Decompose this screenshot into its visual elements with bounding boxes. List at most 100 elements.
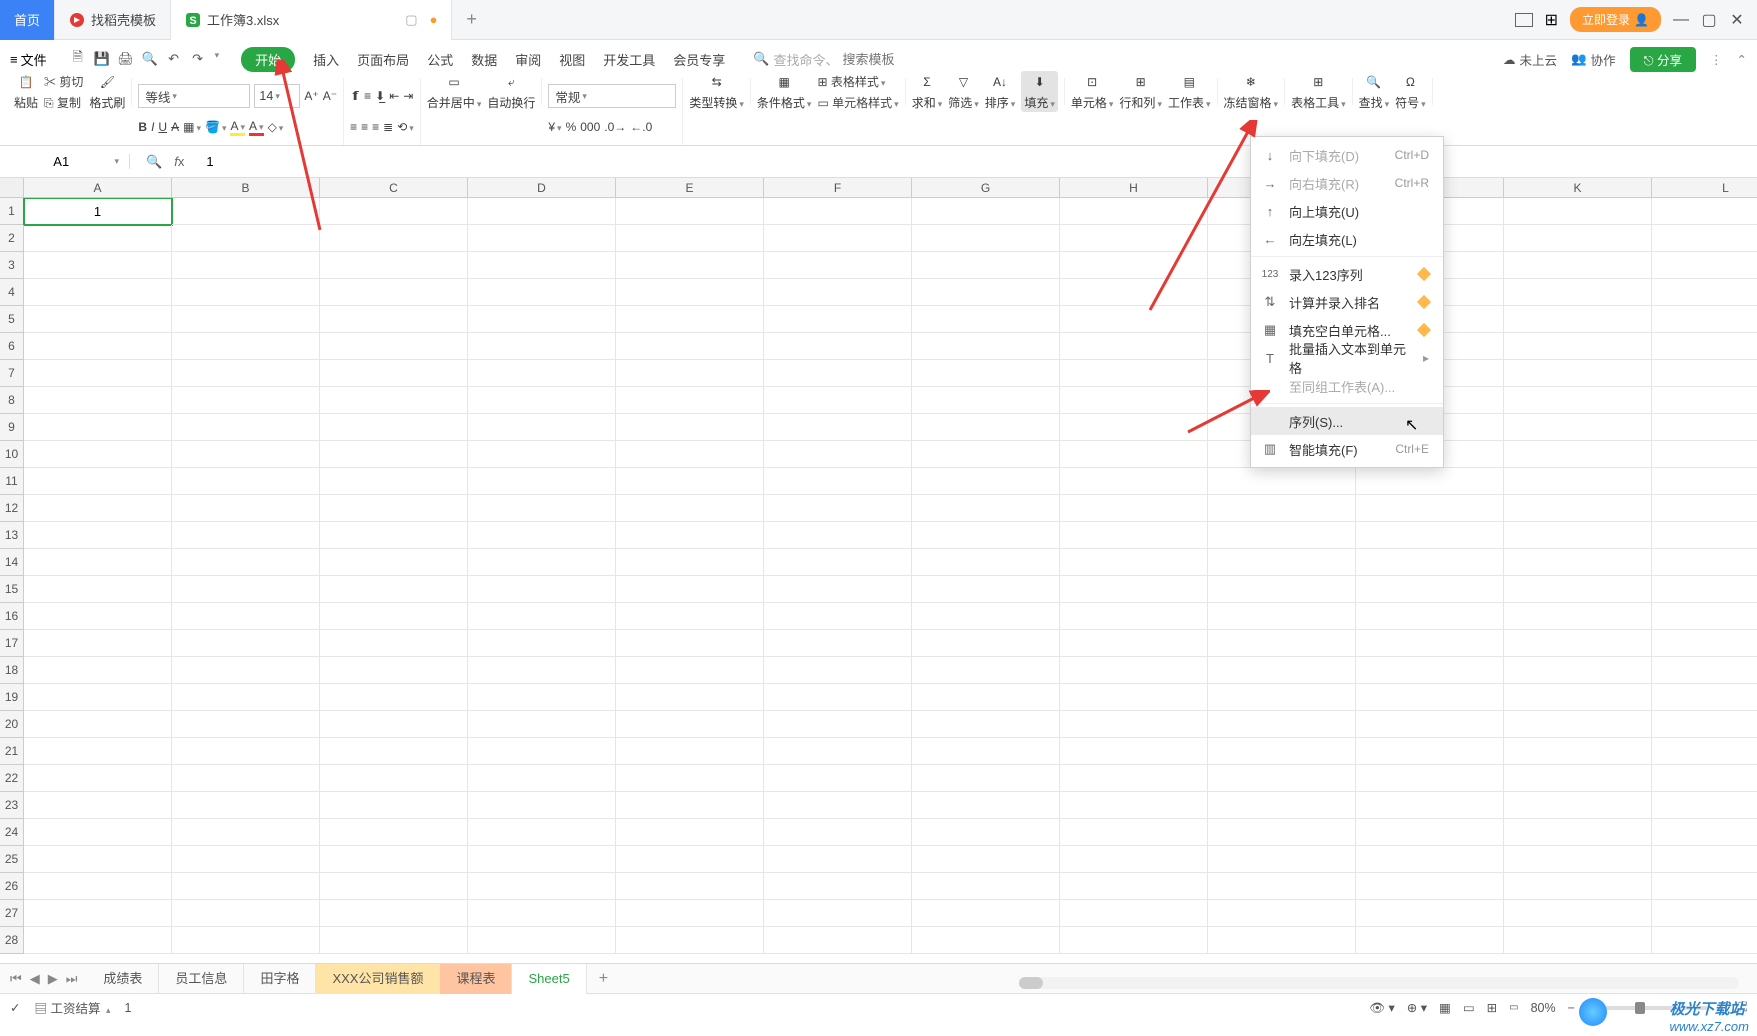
cell-B9[interactable] xyxy=(172,414,320,441)
cell-B18[interactable] xyxy=(172,657,320,684)
cell-H16[interactable] xyxy=(1060,603,1208,630)
cell-B5[interactable] xyxy=(172,306,320,333)
row-header[interactable]: 12 xyxy=(0,495,24,522)
cell-F11[interactable] xyxy=(764,468,912,495)
cell-H26[interactable] xyxy=(1060,873,1208,900)
seq123-item[interactable]: 123 录入123序列 xyxy=(1251,260,1443,288)
cell-C28[interactable] xyxy=(320,927,468,954)
fill-color-button[interactable]: 🪣▾ xyxy=(205,120,226,134)
cell-L14[interactable] xyxy=(1652,549,1757,576)
cell-H15[interactable] xyxy=(1060,576,1208,603)
sheet-prev-icon[interactable]: ◀ xyxy=(30,971,40,987)
cell-K28[interactable] xyxy=(1504,927,1652,954)
select-all-corner[interactable] xyxy=(0,178,24,198)
qat-new-icon[interactable]: 🗎 xyxy=(69,50,87,68)
cell-B17[interactable] xyxy=(172,630,320,657)
align-justify-icon[interactable]: ≣ xyxy=(383,120,393,134)
grid-icon[interactable]: ⊞ xyxy=(1545,10,1558,30)
cell-D10[interactable] xyxy=(468,441,616,468)
cell-I25[interactable] xyxy=(1208,846,1356,873)
cell-E24[interactable] xyxy=(616,819,764,846)
cell-B15[interactable] xyxy=(172,576,320,603)
cell-D23[interactable] xyxy=(468,792,616,819)
cell-F24[interactable] xyxy=(764,819,912,846)
menu-view[interactable]: 视图 xyxy=(559,50,585,69)
sheet-tab-1[interactable]: 员工信息 xyxy=(159,964,244,994)
cell-F9[interactable] xyxy=(764,414,912,441)
cell-F13[interactable] xyxy=(764,522,912,549)
fill-left-item[interactable]: ← 向左填充(L) xyxy=(1251,225,1443,253)
cell-J19[interactable] xyxy=(1356,684,1504,711)
align-bottom-icon[interactable]: ⬇̲ xyxy=(375,89,385,103)
cell-I22[interactable] xyxy=(1208,765,1356,792)
cell-J14[interactable] xyxy=(1356,549,1504,576)
cell-F27[interactable] xyxy=(764,900,912,927)
cell-B4[interactable] xyxy=(172,279,320,306)
merge-center-button[interactable]: ▭ 合并居中▾ xyxy=(427,72,482,111)
cell-B10[interactable] xyxy=(172,441,320,468)
cell-I21[interactable] xyxy=(1208,738,1356,765)
column-headers[interactable]: ABCDEFGHIJKL xyxy=(24,178,1757,198)
row-header[interactable]: 13 xyxy=(0,522,24,549)
cell-F20[interactable] xyxy=(764,711,912,738)
menu-member[interactable]: 会员专享 xyxy=(673,50,725,69)
cell-B19[interactable] xyxy=(172,684,320,711)
cell-G20[interactable] xyxy=(912,711,1060,738)
qat-preview-icon[interactable]: 🔍 xyxy=(141,50,159,68)
cell-C8[interactable] xyxy=(320,387,468,414)
cell-G24[interactable] xyxy=(912,819,1060,846)
cell-L24[interactable] xyxy=(1652,819,1757,846)
type-convert-button[interactable]: ⇆ 类型转换▾ xyxy=(689,72,744,111)
table-tools-button[interactable]: ⊞表格工具▾ xyxy=(1291,72,1346,111)
cell-L18[interactable] xyxy=(1652,657,1757,684)
scrollbar-thumb[interactable] xyxy=(1019,977,1043,989)
highlight-button[interactable]: A▾ xyxy=(230,119,245,136)
cell-C13[interactable] xyxy=(320,522,468,549)
layout-icon-1[interactable] xyxy=(1515,13,1533,27)
align-center-icon[interactable]: ≡ xyxy=(361,120,368,134)
cell-A18[interactable] xyxy=(24,657,172,684)
row-header[interactable]: 11 xyxy=(0,468,24,495)
cell-B8[interactable] xyxy=(172,387,320,414)
cell-K7[interactable] xyxy=(1504,360,1652,387)
row-header[interactable]: 19 xyxy=(0,684,24,711)
add-sheet-button[interactable]: + xyxy=(587,970,620,988)
cell-E28[interactable] xyxy=(616,927,764,954)
rowcol-button[interactable]: ⊞行和列▾ xyxy=(1119,72,1162,111)
wrap-text-button[interactable]: ⤶ 自动换行 xyxy=(487,72,535,111)
cell-F7[interactable] xyxy=(764,360,912,387)
cell-D6[interactable] xyxy=(468,333,616,360)
cell-B21[interactable] xyxy=(172,738,320,765)
cell-C3[interactable] xyxy=(320,252,468,279)
cell-K16[interactable] xyxy=(1504,603,1652,630)
cell-J16[interactable] xyxy=(1356,603,1504,630)
cell-H17[interactable] xyxy=(1060,630,1208,657)
cell-L19[interactable] xyxy=(1652,684,1757,711)
col-header-D[interactable]: D xyxy=(468,178,616,197)
qat-save-icon[interactable]: 💾 xyxy=(93,50,111,68)
cut-button[interactable]: ✂ 剪切 xyxy=(44,73,83,90)
cell-I23[interactable] xyxy=(1208,792,1356,819)
cell-F4[interactable] xyxy=(764,279,912,306)
cell-E13[interactable] xyxy=(616,522,764,549)
cell-C19[interactable] xyxy=(320,684,468,711)
align-top-icon[interactable]: ⬆̄ xyxy=(350,89,360,103)
cell-I12[interactable] xyxy=(1208,495,1356,522)
cell-B28[interactable] xyxy=(172,927,320,954)
menu-developer[interactable]: 开发工具 xyxy=(603,50,655,69)
eye-icon[interactable]: 👁 ▾ xyxy=(1369,1000,1395,1016)
row-header[interactable]: 15 xyxy=(0,576,24,603)
cell-A2[interactable] xyxy=(24,225,172,252)
cell-K12[interactable] xyxy=(1504,495,1652,522)
cell-G13[interactable] xyxy=(912,522,1060,549)
cell-I28[interactable] xyxy=(1208,927,1356,954)
cell-C7[interactable] xyxy=(320,360,468,387)
cell-K13[interactable] xyxy=(1504,522,1652,549)
row-header[interactable]: 5 xyxy=(0,306,24,333)
format-painter-button[interactable]: 🖌 格式刷 xyxy=(89,72,125,111)
cell-K1[interactable] xyxy=(1504,198,1652,225)
cell-K9[interactable] xyxy=(1504,414,1652,441)
fill-up-item[interactable]: ↑ 向上填充(U) xyxy=(1251,197,1443,225)
cell-J15[interactable] xyxy=(1356,576,1504,603)
cell-A27[interactable] xyxy=(24,900,172,927)
